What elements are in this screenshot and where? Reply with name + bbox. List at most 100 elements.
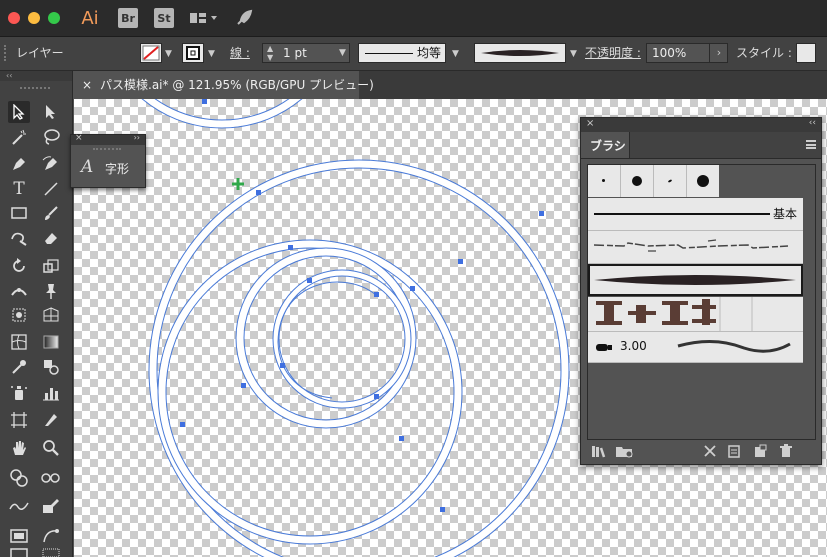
bridge-button[interactable]: Br bbox=[118, 8, 138, 28]
line-segment-tool[interactable] bbox=[40, 178, 62, 200]
shaper-tool[interactable] bbox=[8, 227, 30, 249]
panel-grip[interactable] bbox=[93, 148, 121, 151]
arrange-documents-button[interactable] bbox=[188, 8, 220, 28]
screen-mode-button[interactable] bbox=[8, 525, 30, 547]
swap-fill-stroke[interactable] bbox=[40, 467, 62, 489]
remove-brush-stroke-icon[interactable] bbox=[703, 444, 717, 462]
rectangle-tool[interactable] bbox=[8, 202, 30, 224]
collapse-panel-icon[interactable]: ‹‹ bbox=[809, 118, 816, 128]
variable-width-profile[interactable]: 均等 bbox=[358, 43, 446, 63]
fill-dropdown-icon[interactable]: ▼ bbox=[165, 49, 172, 59]
fill-stroke-swatches[interactable] bbox=[8, 467, 30, 489]
pattern-brush-preview bbox=[596, 297, 753, 331]
perspective-grid-tool[interactable] bbox=[40, 304, 62, 326]
inner-ring[interactable] bbox=[272, 269, 412, 409]
image-trace-button[interactable] bbox=[40, 525, 62, 547]
brush-definition[interactable] bbox=[474, 43, 566, 63]
pen-tool[interactable] bbox=[8, 153, 30, 175]
stroke-weight-field[interactable]: ▲ ▼ 1 pt ▼ bbox=[262, 43, 350, 63]
brush-panel-header[interactable]: × ‹‹ bbox=[581, 118, 821, 132]
screen-mode-icon bbox=[10, 529, 28, 543]
fill-swatch[interactable] bbox=[140, 43, 162, 63]
art-brush-charcoal-row[interactable] bbox=[588, 231, 803, 264]
slice-knife-icon bbox=[45, 414, 57, 426]
zoom-tool[interactable] bbox=[40, 437, 62, 459]
puppet-warp-tool[interactable] bbox=[40, 280, 62, 302]
gpu-performance-button[interactable] bbox=[234, 8, 256, 28]
curvature-tool[interactable] bbox=[40, 153, 62, 175]
document-tab[interactable]: × パス模様.ai* @ 121.95% (RGB/GPU プレビュー) bbox=[74, 71, 374, 99]
basic-brush-label: 基本 bbox=[773, 207, 798, 221]
brush-dropdown-icon[interactable]: ▼ bbox=[570, 49, 577, 59]
glyph-panel-header[interactable]: × ›› bbox=[71, 133, 145, 145]
calligraphic-brush-1[interactable] bbox=[588, 165, 621, 197]
profile-label: 均等 bbox=[417, 46, 442, 60]
artboard-tool[interactable] bbox=[8, 409, 30, 431]
rotate-tool[interactable] bbox=[8, 255, 30, 277]
selection-tool[interactable] bbox=[8, 101, 30, 123]
lasso-tool[interactable] bbox=[40, 126, 62, 148]
hand-tool[interactable] bbox=[8, 437, 30, 459]
control-bar: レイヤー ▼ ▼ 線 : ▲ ▼ 1 pt ▼ 均等 ▼ ▼ 不透明度 : 10… bbox=[0, 37, 827, 71]
more-tools-button[interactable] bbox=[8, 547, 30, 557]
stroke-label[interactable]: 線 : bbox=[230, 44, 250, 63]
type-tool[interactable]: T bbox=[8, 178, 30, 200]
draw-mode-button[interactable] bbox=[40, 495, 62, 517]
paintbrush-tool[interactable] bbox=[40, 202, 62, 224]
profile-dropdown-icon[interactable]: ▼ bbox=[452, 49, 459, 59]
stroke-swatch[interactable] bbox=[182, 43, 204, 63]
width-tool[interactable] bbox=[8, 280, 30, 302]
art-brush-tapered-row-selected[interactable] bbox=[588, 264, 803, 296]
edit-toolbar-button[interactable] bbox=[40, 547, 62, 557]
zoom-window-button[interactable] bbox=[48, 12, 60, 24]
collapse-toolbar-icon[interactable]: ‹‹ bbox=[0, 71, 72, 81]
symbol-sprayer-tool[interactable] bbox=[8, 382, 30, 404]
free-transform-tool[interactable] bbox=[8, 304, 30, 326]
calligraphic-brush-3[interactable] bbox=[654, 165, 687, 197]
opacity-field[interactable]: 100% › bbox=[646, 43, 728, 63]
brush-libraries-menu-icon[interactable] bbox=[591, 444, 609, 462]
mesh-tool[interactable] bbox=[8, 331, 30, 353]
close-window-button[interactable] bbox=[8, 12, 20, 24]
libraries-panel-icon[interactable] bbox=[615, 444, 635, 462]
eyedropper-tool[interactable] bbox=[8, 356, 30, 378]
calligraphic-brush-4[interactable] bbox=[687, 165, 719, 197]
graphic-style-swatch[interactable] bbox=[796, 43, 816, 63]
delete-brush-icon[interactable] bbox=[779, 444, 793, 462]
new-brush-icon[interactable] bbox=[753, 444, 767, 462]
scale-tool[interactable] bbox=[40, 255, 62, 277]
stroke-dropdown-icon[interactable]: ▼ bbox=[208, 49, 215, 59]
close-tab-icon[interactable]: × bbox=[82, 71, 92, 99]
direct-selection-tool[interactable] bbox=[40, 101, 62, 123]
add-anchor-cursor bbox=[232, 178, 244, 190]
opacity-slider-arrow-icon[interactable]: › bbox=[709, 44, 728, 62]
close-panel-icon[interactable]: × bbox=[75, 133, 83, 143]
gradient-tool[interactable] bbox=[40, 331, 62, 353]
stepper-down-icon[interactable]: ▼ bbox=[267, 53, 273, 62]
expand-panel-icon[interactable]: ›› bbox=[134, 133, 140, 142]
magic-wand-tool[interactable] bbox=[8, 126, 30, 148]
minimize-window-button[interactable] bbox=[28, 12, 40, 24]
grip-handle[interactable] bbox=[4, 45, 8, 61]
stock-button[interactable]: St bbox=[154, 8, 174, 28]
stroke-width-widget[interactable] bbox=[8, 495, 30, 517]
slice-tool[interactable] bbox=[40, 409, 62, 431]
opacity-label[interactable]: 不透明度 : bbox=[585, 44, 641, 63]
blend-tool[interactable] bbox=[40, 356, 62, 378]
stepper-up-icon[interactable]: ▲ bbox=[267, 44, 273, 53]
brush-library-list: 基本 3.00 bbox=[587, 164, 816, 440]
panel-menu-icon[interactable] bbox=[806, 140, 816, 149]
column-graph-tool[interactable] bbox=[40, 382, 62, 404]
tab-brushes[interactable]: ブラシ bbox=[581, 132, 630, 158]
basic-brush-row[interactable]: 基本 bbox=[588, 198, 803, 231]
brush-options-icon[interactable] bbox=[727, 444, 741, 462]
close-panel-icon[interactable]: × bbox=[586, 118, 594, 129]
top-left-arc[interactable] bbox=[98, 99, 346, 129]
bristle-brush-row[interactable]: 3.00 bbox=[588, 332, 803, 363]
pattern-brush-row[interactable] bbox=[588, 297, 803, 332]
stroke-weight-dropdown-icon[interactable]: ▼ bbox=[339, 48, 346, 58]
glyphs-panel-button[interactable]: A 字形 bbox=[75, 155, 141, 181]
eraser-tool[interactable] bbox=[40, 227, 62, 249]
toolbar-grip[interactable] bbox=[20, 87, 50, 91]
calligraphic-brush-2[interactable] bbox=[621, 165, 654, 197]
